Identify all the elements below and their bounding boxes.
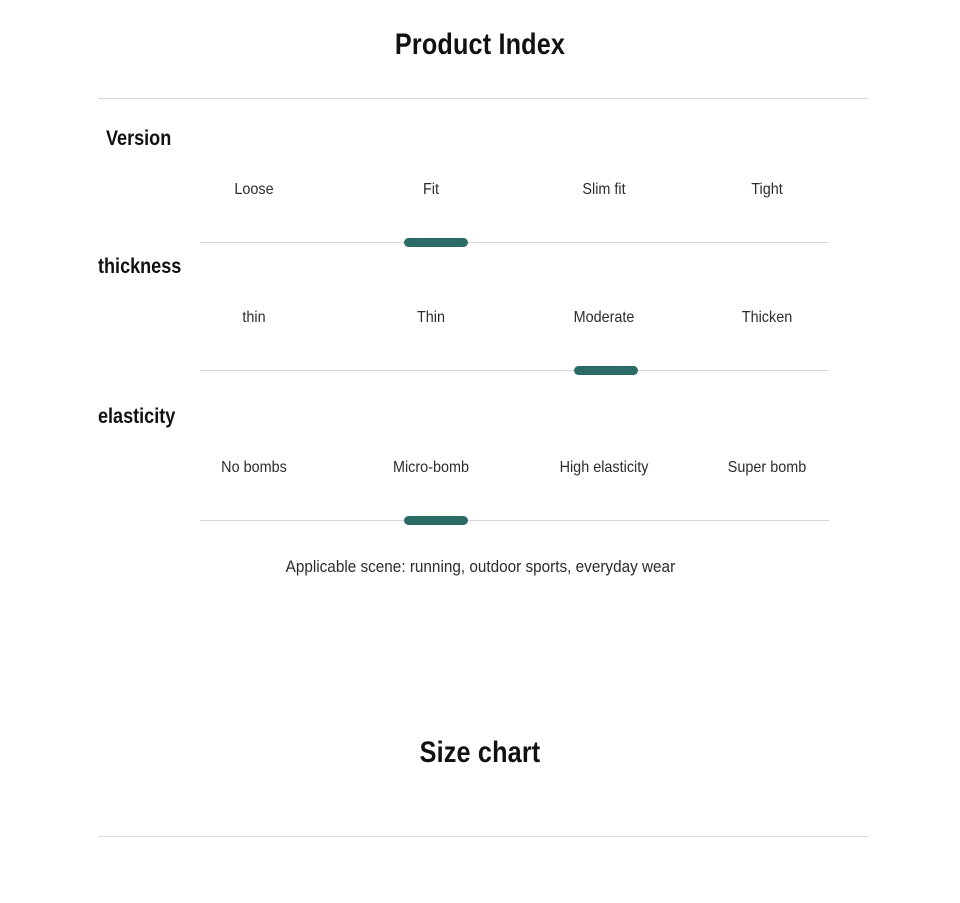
tick-label-elasticity-2-text: High elasticity [559, 459, 649, 476]
tick-label-thickness-3-text: Thicken [741, 309, 793, 326]
tick-label-version-3-text: Tight [751, 181, 783, 198]
tick-label-version-0[interactable]: Loose [232, 180, 276, 200]
slider-thumb-elasticity[interactable] [404, 516, 468, 525]
tick-label-elasticity-2[interactable]: High elasticity [555, 458, 654, 478]
tick-label-elasticity-0-text: No bombs [221, 459, 287, 476]
tick-label-version-0-text: Loose [234, 181, 274, 198]
slider-track-wrap-thickness[interactable] [0, 362, 960, 380]
slider-thumb-version[interactable] [404, 238, 468, 247]
attribute-heading-thickness: thickness [98, 255, 182, 278]
tick-label-elasticity-3[interactable]: Super bomb [723, 458, 810, 478]
slider-thumb-thickness[interactable] [574, 366, 638, 375]
slider-track-wrap-version[interactable] [0, 234, 960, 252]
tick-label-thickness-2-text: Moderate [573, 309, 635, 326]
tick-label-thickness-1-text: Thin [416, 309, 446, 326]
tick-label-elasticity-3-text: Super bomb [727, 459, 807, 476]
slider-track-thickness[interactable] [200, 370, 829, 371]
slider-track-wrap-elasticity[interactable] [0, 512, 960, 530]
divider-under-product-index-title [98, 98, 868, 99]
tick-labels-elasticity: No bombs Micro-bomb High elasticity Supe… [0, 458, 960, 486]
tick-label-version-1[interactable]: Fit [422, 180, 440, 200]
product-detail-page: Product Index Version Loose Fit Slim fit… [0, 0, 960, 903]
tick-label-thickness-1[interactable]: Thin [415, 308, 446, 328]
tick-labels-version: Loose Fit Slim fit Tight [0, 180, 960, 208]
divider-under-size-chart-title [98, 836, 868, 837]
attribute-slider-version[interactable]: Loose Fit Slim fit Tight [0, 180, 960, 252]
tick-label-elasticity-1-text: Micro-bomb [392, 459, 470, 476]
tick-label-version-2[interactable]: Slim fit [580, 180, 628, 200]
tick-labels-thickness: thin Thin Moderate Thicken [0, 308, 960, 336]
attribute-slider-thickness[interactable]: thin Thin Moderate Thicken [0, 308, 960, 380]
tick-label-thickness-0[interactable]: thin [241, 308, 267, 328]
attribute-heading-version: Version [106, 127, 172, 150]
tick-label-version-1-text: Fit [422, 181, 440, 198]
page-title-size-chart: Size chart [419, 736, 541, 769]
slider-track-elasticity[interactable] [200, 520, 829, 521]
applicable-scene-text: Applicable scene: running, outdoor sport… [285, 557, 675, 576]
tick-label-elasticity-1[interactable]: Micro-bomb [389, 458, 473, 478]
tick-label-elasticity-0[interactable]: No bombs [218, 458, 291, 478]
tick-label-thickness-3[interactable]: Thicken [739, 308, 795, 328]
tick-label-thickness-0-text: thin [242, 309, 266, 326]
applicable-scene-note: Applicable scene: running, outdoor sport… [0, 557, 960, 577]
attribute-heading-elasticity: elasticity [98, 405, 176, 428]
page-title-product-index: Product Index [394, 28, 566, 61]
attribute-slider-elasticity[interactable]: No bombs Micro-bomb High elasticity Supe… [0, 458, 960, 530]
tick-label-version-3[interactable]: Tight [750, 180, 785, 200]
slider-track-version[interactable] [200, 242, 829, 243]
tick-label-version-2-text: Slim fit [582, 181, 626, 198]
tick-label-thickness-2[interactable]: Moderate [570, 308, 638, 328]
